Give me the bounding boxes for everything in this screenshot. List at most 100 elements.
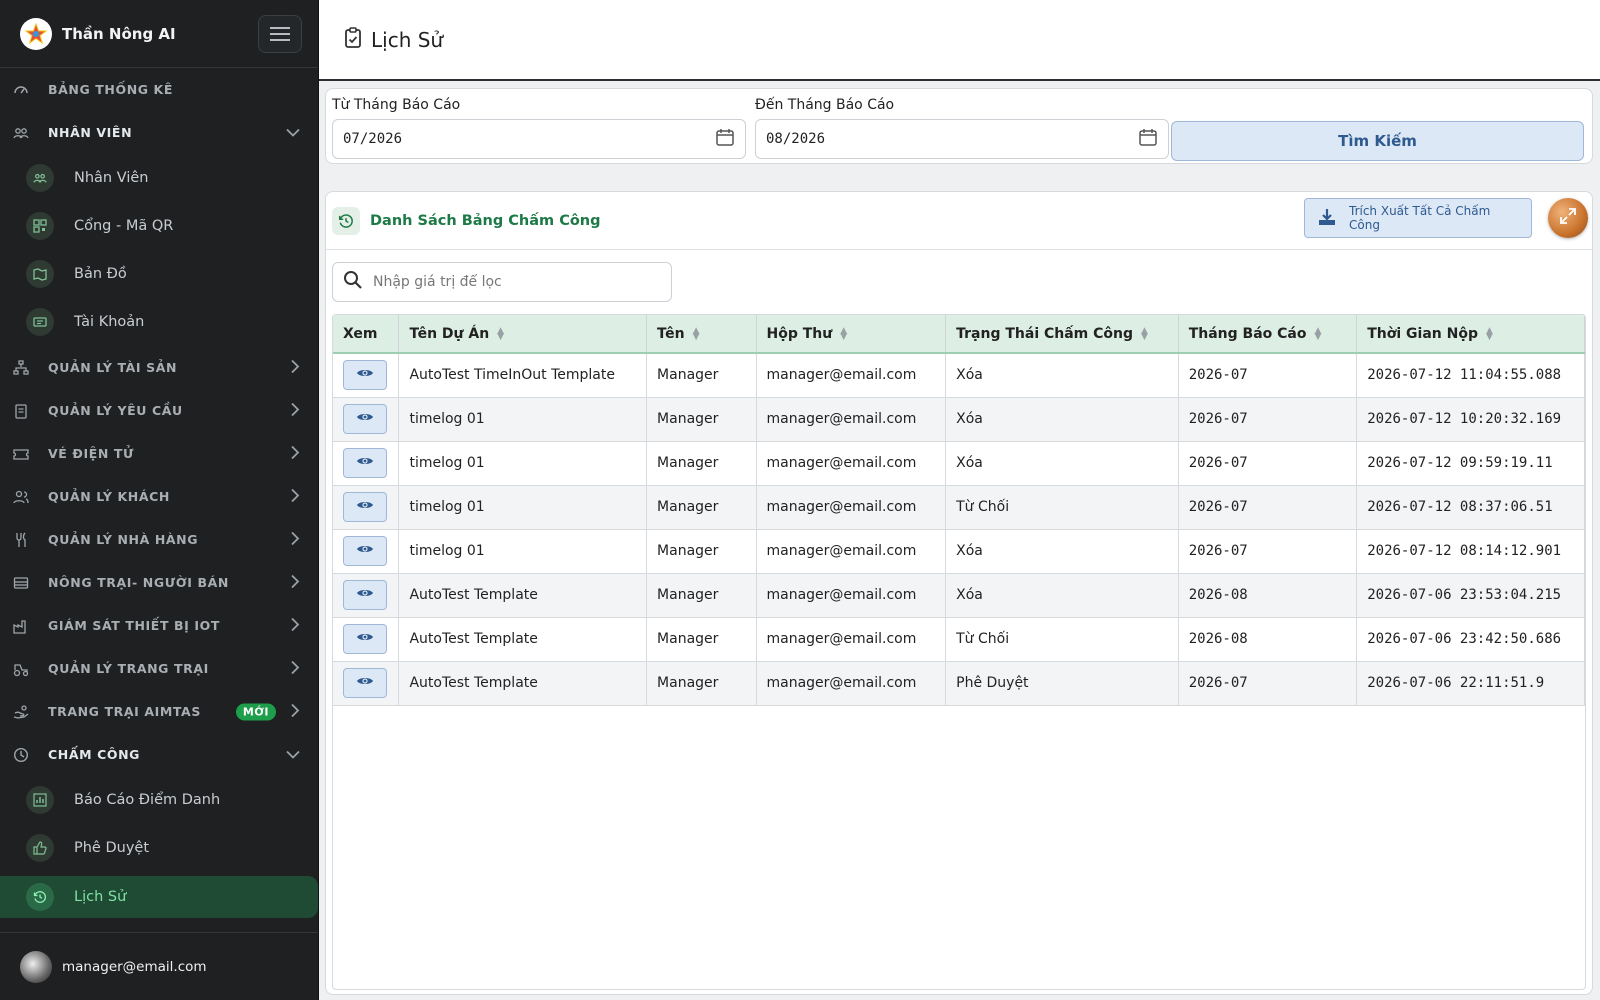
column-header-name[interactable]: Tên ▲ ▼ — [646, 315, 757, 353]
table-row[interactable]: AutoTest Template Manager manager@email.co… — [333, 573, 1585, 617]
table-row[interactable]: AutoTest TimeInOut Template Manager manage… — [333, 353, 1585, 397]
sidebar-group-aimtas[interactable]: TRANG TRẠI AIMTAS MỚI — [0, 690, 318, 733]
table-row[interactable]: AutoTest Template Manager manager@email.co… — [333, 661, 1585, 705]
table-row[interactable]: timelog 01 Manager manager@email.com Xóa 202… — [333, 397, 1585, 441]
sidebar-group-farm-management[interactable]: QUẢN LÝ TRANG TRẠI — [0, 647, 318, 690]
from-month-label: Từ Tháng Báo Cáo — [332, 97, 461, 113]
clock-icon — [12, 746, 30, 764]
view-button[interactable] — [343, 580, 387, 610]
view-button[interactable] — [343, 624, 387, 654]
export-all-button[interactable]: Trích Xuất Tất Cả Chấm Công — [1304, 198, 1532, 238]
sidebar-group-farm-seller[interactable]: NÔNG TRẠI- NGƯỜI BÁN — [0, 561, 318, 604]
calendar-icon[interactable] — [715, 127, 735, 151]
project-cell: AutoTest TimeInOut Template — [398, 353, 648, 397]
view-button[interactable] — [343, 448, 387, 478]
sidebar-item-map[interactable]: Bản Đồ — [0, 250, 318, 298]
view-button[interactable] — [343, 536, 387, 566]
sidebar-item-attendance-report[interactable]: Báo Cáo Điểm Danh — [0, 776, 318, 824]
view-button[interactable] — [343, 360, 387, 391]
sidebar-group-employees[interactable]: NHÂN VIÊN — [0, 111, 318, 154]
user-email: manager@email.com — [62, 958, 207, 975]
sidebar-item-label: Tài Khoản — [74, 314, 145, 330]
sidebar-item-accounts[interactable]: Tài Khoản — [0, 298, 318, 346]
sidebar-item-employees[interactable]: Nhân Viên — [0, 154, 318, 202]
hand-icon — [12, 703, 30, 721]
sidebar-group-label: BẢNG THỐNG KÊ — [48, 82, 173, 97]
column-header-status[interactable]: Trạng Thái Chấm Công ▲ ▼ — [945, 315, 1179, 353]
sidebar-group-assets[interactable]: QUẢN LÝ TÀI SẢN — [0, 346, 318, 389]
table-row[interactable]: timelog 01 Manager manager@email.com Từ Chố… — [333, 485, 1585, 529]
dashboard-icon — [12, 81, 30, 99]
table-filter-input[interactable] — [373, 274, 653, 290]
sidebar-item-history[interactable]: Lịch Sử — [0, 876, 318, 918]
expand-button[interactable] — [1548, 198, 1588, 238]
name-cell: Manager — [646, 397, 757, 441]
email-cell: manager@email.com — [756, 485, 947, 529]
table-filter[interactable] — [332, 262, 672, 302]
sort-icon[interactable]: ▲ ▼ — [1486, 326, 1493, 341]
sidebar-group-label: NÔNG TRẠI- NGƯỜI BÁN — [48, 575, 229, 590]
id-card-icon — [26, 308, 54, 336]
sort-icon[interactable]: ▲ ▼ — [693, 326, 700, 341]
sidebar-group-e-tickets[interactable]: VÉ ĐIỆN TỬ — [0, 432, 318, 475]
export-all-label: Trích Xuất Tất Cả Chấm Công — [1349, 204, 1491, 232]
sidebar: Thần Nông AI BẢNG THỐNG KÊ NHÂN VIÊN Nhâ… — [0, 0, 319, 1000]
report-month-cell: 2026-07 — [1178, 485, 1358, 529]
list-title: Danh Sách Bảng Chấm Công — [370, 212, 601, 229]
submitted-time-cell: 2026-07-12 11:04:55.088 — [1356, 353, 1585, 397]
thumbs-up-icon — [26, 834, 54, 862]
chevron-right-icon — [290, 445, 300, 462]
eye-icon — [356, 455, 374, 471]
eye-icon — [356, 499, 374, 515]
calendar-icon[interactable] — [1138, 127, 1158, 151]
email-cell: manager@email.com — [756, 573, 947, 617]
store-icon — [12, 574, 30, 592]
from-month-input[interactable]: 07/2026 — [332, 119, 746, 159]
sidebar-group-restaurant[interactable]: QUẢN LÝ NHÀ HÀNG — [0, 518, 318, 561]
column-header-project[interactable]: Tên Dự Án ▲ ▼ — [398, 315, 648, 353]
sort-icon[interactable]: ▲ ▼ — [497, 326, 504, 341]
sidebar-group-label: CHẤM CÔNG — [48, 747, 141, 762]
table-row[interactable]: timelog 01 Manager manager@email.com Xóa 202… — [333, 529, 1585, 573]
column-header-submitted-time[interactable]: Thời Gian Nộp ▲ ▼ — [1356, 315, 1585, 353]
to-month-value: 08/2026 — [766, 131, 826, 147]
hamburger-menu-button[interactable] — [258, 15, 302, 53]
sidebar-group-requests[interactable]: QUẢN LÝ YÊU CẦU — [0, 389, 318, 432]
report-month-cell: 2026-08 — [1178, 617, 1358, 661]
sort-icon[interactable]: ▲ ▼ — [1315, 326, 1322, 341]
name-cell: Manager — [646, 661, 757, 705]
sidebar-group-iot[interactable]: GIÁM SÁT THIẾT BỊ IOT — [0, 604, 318, 647]
name-cell: Manager — [646, 529, 757, 573]
sidebar-group-guests[interactable]: QUẢN LÝ KHÁCH — [0, 475, 318, 518]
view-cell — [333, 529, 400, 573]
clipboard-check-icon — [343, 26, 363, 53]
sort-icon[interactable]: ▲ ▼ — [1141, 326, 1148, 341]
sidebar-group-timekeeping[interactable]: CHẤM CÔNG — [0, 733, 318, 776]
submitted-time-cell: 2026-07-12 09:59:19.11 — [1356, 441, 1585, 485]
view-button[interactable] — [343, 404, 387, 434]
view-button[interactable] — [343, 492, 387, 522]
email-cell: manager@email.com — [756, 661, 947, 705]
name-cell: Manager — [646, 353, 757, 397]
column-header-view: Xem — [333, 315, 400, 353]
sidebar-item-label: Báo Cáo Điểm Danh — [74, 792, 221, 808]
view-cell — [333, 397, 400, 441]
view-cell — [333, 353, 400, 397]
column-header-email[interactable]: Hộp Thư ▲ ▼ — [756, 315, 947, 353]
download-icon — [1317, 207, 1337, 230]
search-button[interactable]: Tìm Kiếm — [1171, 121, 1584, 161]
view-button[interactable] — [343, 668, 387, 698]
submitted-time-cell: 2026-07-12 08:14:12.901 — [1356, 529, 1585, 573]
to-month-input[interactable]: 08/2026 — [755, 119, 1169, 159]
column-header-report-month[interactable]: Tháng Báo Cáo ▲ ▼ — [1178, 315, 1358, 353]
sidebar-item-approval[interactable]: Phê Duyệt — [0, 824, 318, 872]
sort-icon[interactable]: ▲ ▼ — [840, 326, 847, 341]
sidebar-group-label: TRANG TRẠI AIMTAS — [48, 704, 201, 719]
user-profile[interactable]: manager@email.com — [0, 932, 318, 1000]
report-month-cell: 2026-07 — [1178, 397, 1358, 441]
sidebar-group-dashboard[interactable]: BẢNG THỐNG KÊ — [0, 68, 318, 111]
sidebar-item-gate-qr[interactable]: Cổng - Mã QR — [0, 202, 318, 250]
table-row[interactable]: AutoTest Template Manager manager@email.co… — [333, 617, 1585, 661]
sidebar-group-label: QUẢN LÝ YÊU CẦU — [48, 403, 183, 418]
table-row[interactable]: timelog 01 Manager manager@email.com Xóa 202… — [333, 441, 1585, 485]
